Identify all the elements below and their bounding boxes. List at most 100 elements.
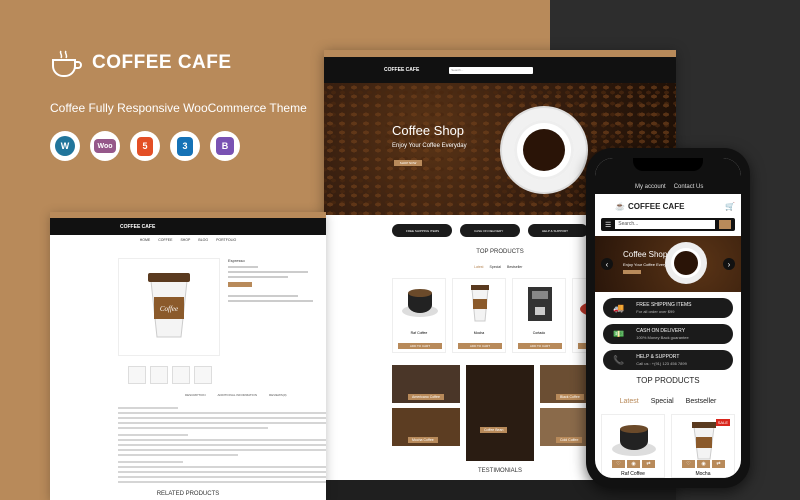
phone-hero: Coffee Shop Enjoy Your Coffee Everyday ‹…	[595, 236, 741, 292]
product-name[interactable]: Raf Coffee	[602, 471, 664, 477]
nav-portfolio[interactable]: PORTFOLIO	[216, 238, 236, 242]
product-page-preview: COFFEE CAFE HOME COFFEE SHOP BLOG PORTFO…	[50, 212, 326, 500]
product-info: Espresso	[228, 258, 318, 305]
product-thumbnail[interactable]	[150, 366, 168, 384]
my-account-link[interactable]: My account	[635, 184, 666, 190]
add-to-cart-button[interactable]	[228, 282, 252, 287]
feature-subtitle: 100% Money Back guarantee	[636, 334, 689, 340]
desktop-product-tabs: Latest Special Bestseller	[474, 265, 522, 269]
product-name[interactable]: Mocha	[672, 471, 734, 477]
phone-search-input[interactable]: Search...	[615, 220, 715, 229]
tab-latest[interactable]: Latest	[620, 398, 639, 405]
search-button[interactable]	[719, 220, 731, 229]
tab-special[interactable]: Special	[490, 265, 501, 269]
shop-now-button[interactable]: SHOP NOW	[394, 160, 422, 166]
nav-blog[interactable]: BLOG	[198, 238, 208, 242]
category-label[interactable]: Black Coffee	[556, 394, 584, 400]
brand-logo: COFFEE CAFE	[50, 48, 232, 78]
nav-coffee[interactable]: COFFEE	[158, 238, 172, 242]
woocommerce-icon: Woo	[90, 131, 120, 161]
next-arrow-icon[interactable]: ›	[723, 258, 735, 270]
category-label[interactable]: Americano Coffee	[408, 394, 444, 400]
tab-latest[interactable]: Latest	[474, 265, 484, 269]
product-card[interactable]: ♡ ◉ ⇄ Raf Coffee	[601, 414, 665, 478]
wishlist-icon[interactable]: ♡	[682, 460, 695, 468]
cart-icon[interactable]: 🛒	[725, 202, 735, 211]
product-main-image[interactable]: Coffee	[118, 258, 220, 356]
product-card[interactable]: Raf Coffee ADD TO CART	[392, 278, 446, 353]
phone-feature-cod: 💵 CASH ON DELIVERY 100% Money Back guaran…	[603, 324, 733, 344]
wishlist-icon[interactable]: ♡	[612, 460, 625, 468]
phone-preview: My account Contact Us ☕ COFFEE CAFE 🛒 ☰ …	[586, 148, 750, 488]
prev-arrow-icon[interactable]: ‹	[601, 258, 613, 270]
feature-title: CASH ON DELIVERY	[636, 328, 686, 335]
coffee-cup-icon	[52, 50, 82, 77]
css3-icon: 3	[170, 131, 200, 161]
product-thumbnail[interactable]	[194, 366, 212, 384]
nav-home[interactable]: HOME	[140, 238, 151, 242]
phone-product-grid: ♡ ◉ ⇄ Raf Coffee SALE ♡ ◉ ⇄ Mocha	[601, 414, 735, 478]
view-icon[interactable]: ◉	[627, 460, 640, 468]
tab-bestseller[interactable]: Bestseller	[507, 265, 522, 269]
feature-cod: CASH ON DELIVERY	[460, 224, 520, 237]
contact-us-link[interactable]: Contact Us	[674, 184, 704, 190]
category-banner[interactable]: Americano Coffee	[392, 365, 460, 403]
product-actions: ♡ ◉ ⇄	[682, 460, 725, 468]
phone-product-tabs: Latest Special Bestseller	[595, 398, 741, 405]
product-page-logo[interactable]: COFFEE CAFE	[120, 224, 155, 230]
wordpress-icon: W	[50, 131, 80, 161]
nav-shop[interactable]: SHOP	[180, 238, 190, 242]
desktop-search-input[interactable]: Search...	[449, 66, 534, 74]
svg-text:Coffee: Coffee	[160, 305, 178, 313]
phone-feature-shipping: 🚚 FREE SHIPPING ITEMS For all order over …	[603, 298, 733, 318]
add-to-cart-button[interactable]: ADD TO CART	[518, 343, 562, 349]
related-products-title: RELATED PRODUCTS	[156, 491, 220, 497]
product-thumbnails	[128, 366, 212, 384]
product-card[interactable]: Cortado ADD TO CART	[512, 278, 566, 353]
phone-logo[interactable]: ☕ COFFEE CAFE	[615, 202, 684, 211]
coffee-cup-icon	[612, 425, 656, 456]
phone-shop-button[interactable]	[623, 270, 641, 274]
product-name[interactable]: Mocha	[453, 331, 505, 335]
add-to-cart-button[interactable]: ADD TO CART	[458, 343, 502, 349]
view-icon[interactable]: ◉	[697, 460, 710, 468]
brand-name: COFFEE CAFE	[92, 52, 232, 73]
phone-feature-support: 📞 HELP & SUPPORT Call us : +(91) 123 456 …	[603, 350, 733, 370]
tab-bestseller[interactable]: Bestseller	[686, 398, 717, 405]
compare-icon[interactable]: ⇄	[712, 460, 725, 468]
coffee-cup-image	[502, 108, 586, 192]
tab-additional-info[interactable]: ADDITIONAL INFORMATION	[218, 393, 258, 397]
tab-description[interactable]: DESCRIPTION	[185, 393, 206, 397]
product-actions: ♡ ◉ ⇄	[612, 460, 655, 468]
tagline: Coffee Fully Responsive WooCommerce Them…	[50, 101, 307, 115]
product-thumbnail[interactable]	[172, 366, 190, 384]
feature-support: HELP & SUPPORT	[528, 224, 588, 237]
feature-subtitle: For all order over $99	[636, 308, 675, 314]
phone-screen: My account Contact Us ☕ COFFEE CAFE 🛒 ☰ …	[595, 158, 741, 478]
phone-logo-text: COFFEE CAFE	[627, 202, 685, 211]
product-thumbnail[interactable]	[128, 366, 146, 384]
paper-cup-icon	[471, 285, 489, 322]
hero-subtitle: Enjoy Your Coffee Everyday	[392, 143, 467, 149]
coffee-cup-icon	[402, 289, 438, 317]
product-name[interactable]: Raf Coffee	[393, 331, 445, 335]
phone-top-links: My account Contact Us	[635, 184, 703, 190]
compare-icon[interactable]: ⇄	[642, 460, 655, 468]
category-banner[interactable]: Mocha Coffee	[392, 408, 460, 446]
paper-cup-icon: Coffee	[148, 273, 190, 338]
tab-reviews[interactable]: REVIEWS(0)	[269, 393, 287, 397]
menu-icon[interactable]: ☰	[605, 221, 611, 229]
category-label[interactable]: Cold Coffee	[556, 437, 583, 443]
product-card[interactable]: SALE ♡ ◉ ⇄ Mocha	[671, 414, 735, 478]
add-to-cart-button[interactable]: ADD TO CART	[398, 343, 442, 349]
truck-icon: 🚚	[613, 302, 625, 313]
product-page-nav: HOME COFFEE SHOP BLOG PORTFOLIO	[50, 235, 326, 244]
desktop-logo[interactable]: COFFEE CAFE	[384, 67, 419, 73]
product-name[interactable]: Cortado	[513, 331, 565, 335]
tab-special[interactable]: Special	[651, 398, 674, 405]
product-name: Espresso	[228, 258, 245, 263]
category-label[interactable]: Mocha Coffee	[408, 437, 438, 443]
product-card[interactable]: Mocha ADD TO CART	[452, 278, 506, 353]
html5-icon: 5	[130, 131, 160, 161]
